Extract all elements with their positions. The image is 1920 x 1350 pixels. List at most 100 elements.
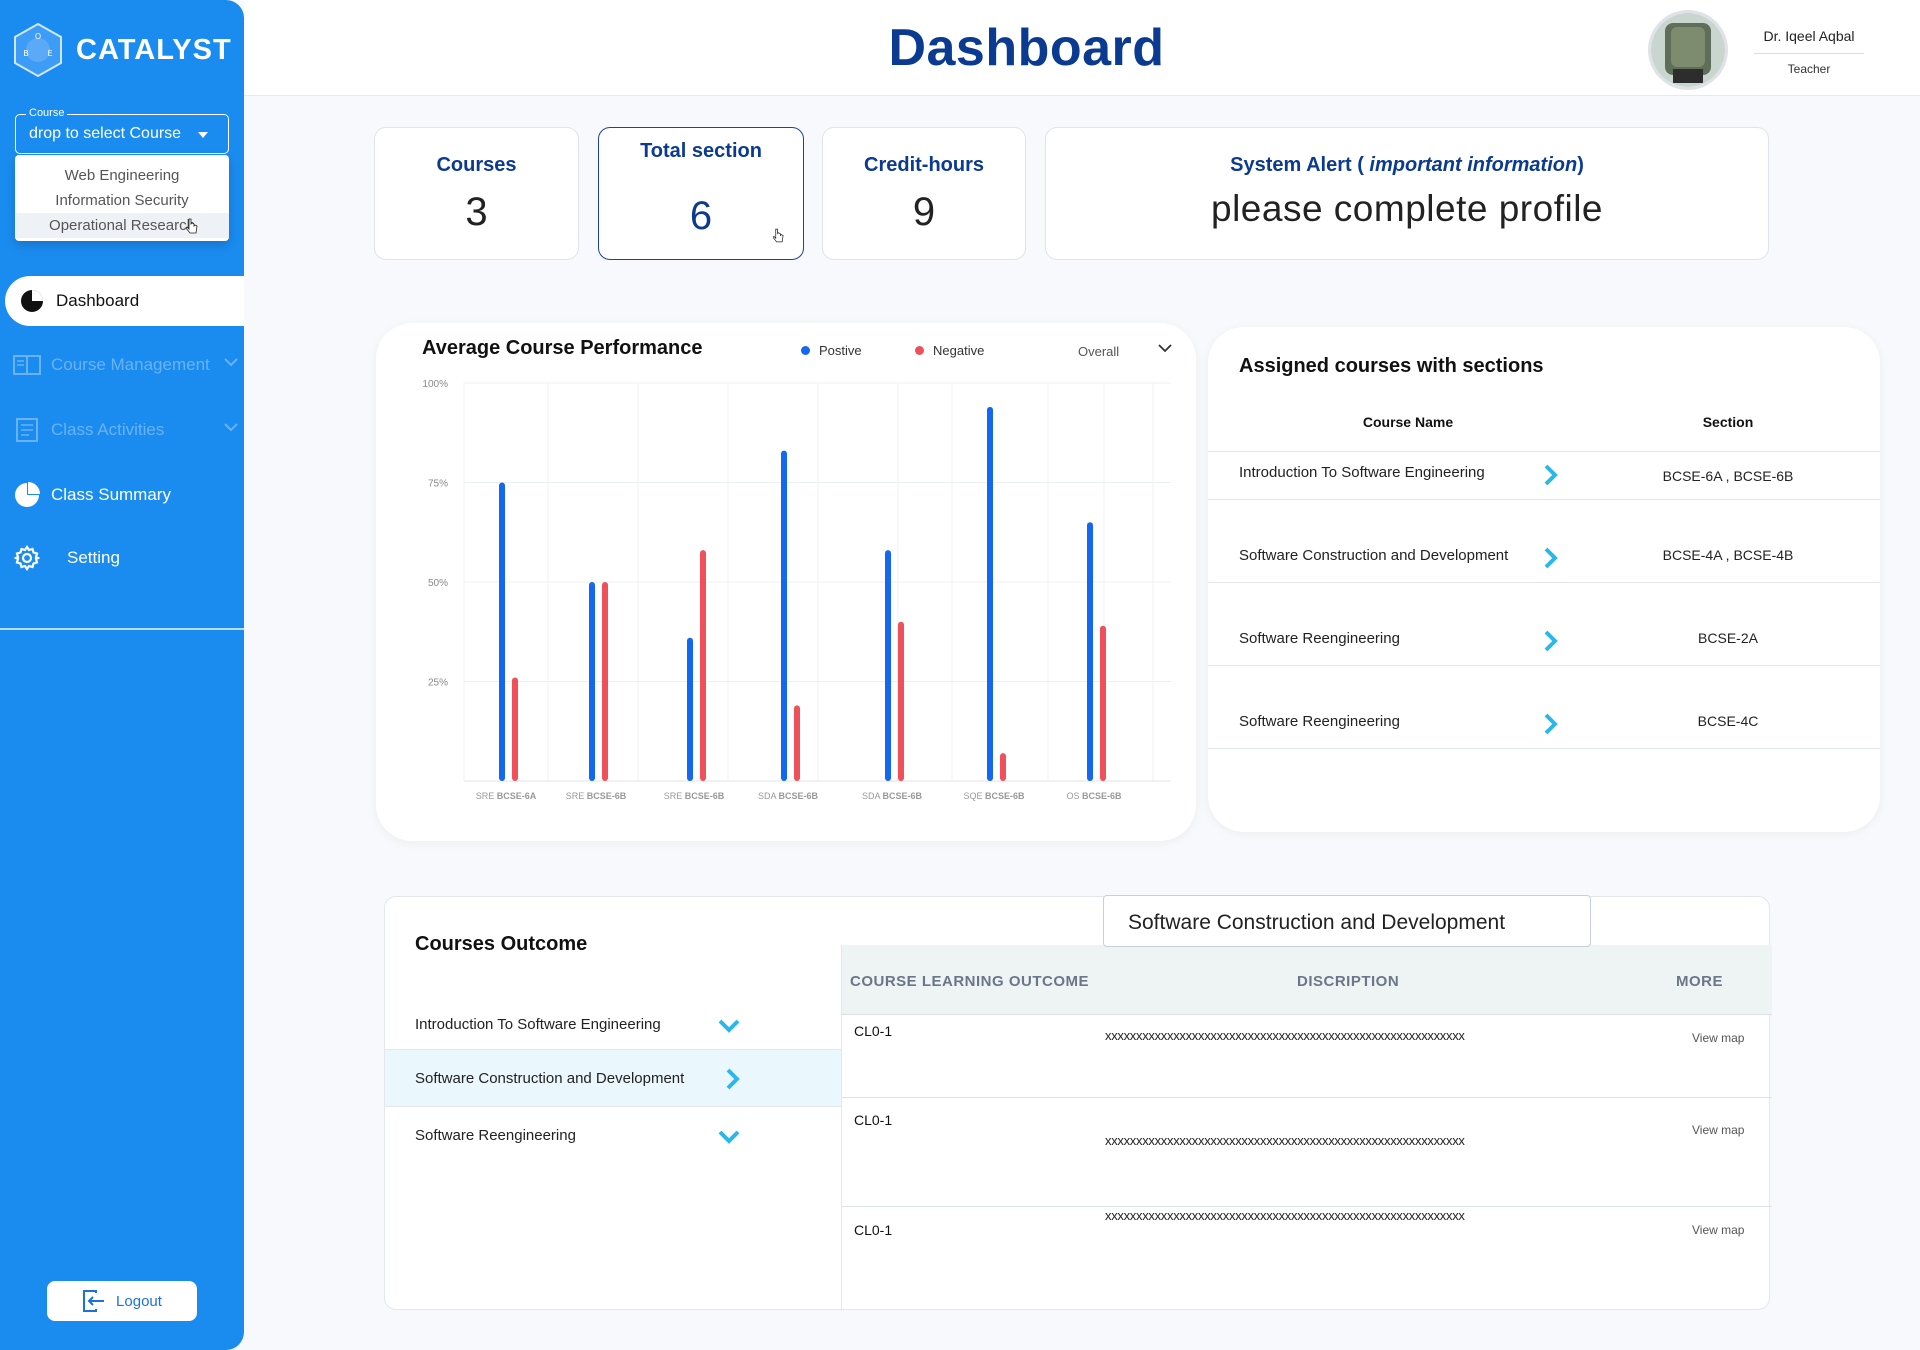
caret-down-icon bbox=[198, 132, 208, 138]
sidebar-item-class-summary[interactable]: Class Summary bbox=[0, 470, 244, 520]
chevron-right-icon[interactable] bbox=[1543, 464, 1559, 486]
y-tick-label: 50% bbox=[428, 578, 448, 589]
page-title: Dashboard bbox=[888, 19, 1165, 77]
table-row[interactable]: Software Construction and Development BC… bbox=[1208, 501, 1880, 583]
filter-select-value[interactable]: Overall bbox=[1078, 344, 1119, 359]
legend-dot-positive bbox=[801, 346, 810, 355]
alert-title: System Alert ( important information) bbox=[1230, 154, 1584, 176]
hand-cursor-icon bbox=[773, 228, 784, 243]
table-row: CL0-1 xxxxxxxxxxxxxxxxxxxxxxxxxxxxxxxxxx… bbox=[842, 1208, 1772, 1311]
section-list: BCSE-4C bbox=[1697, 713, 1759, 729]
stat-card-credit-hours[interactable]: Credit-hours 9 bbox=[822, 127, 1026, 260]
selected-course-value: Software Construction and Development bbox=[1128, 911, 1506, 934]
system-alert-card[interactable]: System Alert ( important information) pl… bbox=[1045, 127, 1769, 260]
outcome-course-label: Software Construction and Development bbox=[415, 1070, 685, 1087]
clo-table-header: COURSE LEARNING OUTCOME DISCRIPTION MORE bbox=[842, 945, 1772, 1015]
table-row[interactable]: Software Reengineering BCSE-2A bbox=[1208, 584, 1880, 666]
x-tick-label: SRE BCSE-6A bbox=[476, 791, 537, 801]
gear-icon bbox=[13, 544, 41, 572]
chevron-right-icon[interactable] bbox=[1543, 630, 1559, 652]
chevron-right-icon[interactable] bbox=[1543, 547, 1559, 569]
legend-negative[interactable]: Negative bbox=[915, 343, 984, 358]
clo-code: CL0-1 bbox=[854, 1222, 893, 1238]
legend-positive[interactable]: Postive bbox=[801, 343, 862, 358]
assigned-courses-card: Assigned courses with sections Course Na… bbox=[1208, 327, 1880, 832]
stat-card-courses[interactable]: Courses 3 bbox=[374, 127, 579, 260]
outcome-course-item[interactable]: Software Reengineering bbox=[385, 1107, 841, 1165]
x-tick-label: OS BCSE-6B bbox=[1066, 791, 1122, 801]
sidebar-item-class-activities[interactable]: Class Activities bbox=[0, 405, 244, 455]
x-tick-label: SQE BCSE-6B bbox=[963, 791, 1025, 801]
section-list: BCSE-2A bbox=[1698, 630, 1758, 646]
stat-label: Total section bbox=[640, 140, 762, 162]
clo-code: CL0-1 bbox=[854, 1112, 893, 1128]
pie-chart-icon bbox=[13, 481, 41, 509]
column-header-more: MORE bbox=[1676, 973, 1723, 990]
sidebar: O B E CATALYST Course drop to select Cou… bbox=[0, 0, 244, 1350]
sidebar-item-course-management[interactable]: Course Management bbox=[0, 340, 244, 390]
chevron-down-icon[interactable] bbox=[718, 1018, 740, 1034]
column-header-description: DISCRIPTION bbox=[1297, 973, 1400, 990]
alert-message: please complete profile bbox=[1211, 188, 1603, 229]
stat-label: Courses bbox=[436, 154, 517, 176]
outcome-course-item-selected[interactable]: Software Construction and Development bbox=[385, 1049, 841, 1107]
bar-negative bbox=[794, 705, 800, 781]
stat-card-total-section[interactable]: Total section 6 bbox=[598, 127, 804, 260]
table-row[interactable]: Software Reengineering BCSE-4C bbox=[1208, 667, 1880, 749]
logout-label: Logout bbox=[116, 1292, 162, 1310]
chart-title: Average Course Performance bbox=[422, 337, 703, 359]
top-header: Dashboard Dr. Iqeel Aqbal Teacher bbox=[244, 0, 1920, 96]
course-name: Introduction To Software Engineering bbox=[1239, 464, 1485, 481]
legend-label: Negative bbox=[933, 343, 985, 358]
x-tick-label: SDA BCSE-6B bbox=[758, 791, 819, 801]
bar-negative bbox=[1100, 625, 1106, 781]
column-header-section: Section bbox=[1702, 414, 1754, 430]
logo-hex-icon: O B E bbox=[12, 22, 64, 78]
sidebar-item-label: Course Management bbox=[51, 355, 210, 374]
selected-course-field[interactable]: Software Construction and Development bbox=[1103, 895, 1591, 947]
app-logo[interactable]: O B E CATALYST bbox=[12, 22, 232, 78]
logout-button[interactable]: Logout bbox=[47, 1281, 197, 1321]
dropdown-option-information-security[interactable]: Information Security bbox=[15, 188, 229, 213]
chevron-down-icon bbox=[224, 358, 238, 367]
view-map-link[interactable]: View map bbox=[1692, 1123, 1744, 1137]
bar-positive bbox=[687, 637, 693, 781]
clo-table: COURSE LEARNING OUTCOME DISCRIPTION MORE… bbox=[841, 945, 1772, 1311]
avatar[interactable] bbox=[1648, 10, 1728, 90]
sidebar-item-setting[interactable]: Setting bbox=[0, 533, 244, 583]
table-row[interactable]: Introduction To Software Engineering BCS… bbox=[1208, 452, 1880, 500]
view-map-link[interactable]: View map bbox=[1692, 1031, 1744, 1045]
bar-positive bbox=[781, 450, 787, 781]
chevron-right-icon[interactable] bbox=[1543, 713, 1559, 735]
courses-outcome-card: Courses Outcome Introduction To Software… bbox=[384, 895, 1772, 1311]
chevron-right-icon[interactable] bbox=[725, 1068, 741, 1090]
chevron-down-icon bbox=[224, 423, 238, 432]
outcome-course-label: Introduction To Software Engineering bbox=[415, 1016, 661, 1033]
outcome-title: Courses Outcome bbox=[415, 933, 588, 955]
section-list: BCSE-6A , BCSE-6B bbox=[1662, 468, 1794, 484]
clo-description: xxxxxxxxxxxxxxxxxxxxxxxxxxxxxxxxxxxxxxxx… bbox=[1105, 1133, 1465, 1148]
bar-positive bbox=[589, 582, 595, 781]
document-icon bbox=[13, 416, 41, 444]
column-header-course-name: Course Name bbox=[1362, 414, 1454, 430]
bar-negative bbox=[602, 582, 608, 781]
average-course-performance-card: 25% 50% 75% 100% SRE BCSE-6A SRE BCSE-6B SRE B… bbox=[376, 323, 1196, 841]
chevron-down-icon[interactable] bbox=[718, 1129, 740, 1145]
course-select[interactable]: Course drop to select Course bbox=[15, 107, 229, 154]
legend-label: Postive bbox=[819, 343, 862, 358]
svg-text:B: B bbox=[23, 49, 29, 58]
view-map-link[interactable]: View map bbox=[1692, 1223, 1744, 1237]
table-row: CL0-1 xxxxxxxxxxxxxxxxxxxxxxxxxxxxxxxxxx… bbox=[842, 1099, 1772, 1207]
stat-value: 3 bbox=[465, 190, 488, 234]
x-tick-label: SRE BCSE-6B bbox=[566, 791, 627, 801]
sidebar-item-dashboard[interactable]: Dashboard bbox=[5, 276, 244, 326]
outcome-course-item[interactable]: Introduction To Software Engineering bbox=[385, 996, 841, 1054]
dropdown-option-web-engineering[interactable]: Web Engineering bbox=[15, 163, 229, 188]
bar-positive bbox=[499, 482, 505, 781]
svg-text:E: E bbox=[47, 49, 52, 58]
legend-dot-negative bbox=[915, 346, 924, 355]
stat-value: 9 bbox=[912, 190, 936, 234]
chevron-down-icon[interactable] bbox=[1158, 343, 1172, 353]
app-name: CATALYST bbox=[76, 33, 232, 66]
outcome-course-label: Software Reengineering bbox=[415, 1127, 576, 1144]
